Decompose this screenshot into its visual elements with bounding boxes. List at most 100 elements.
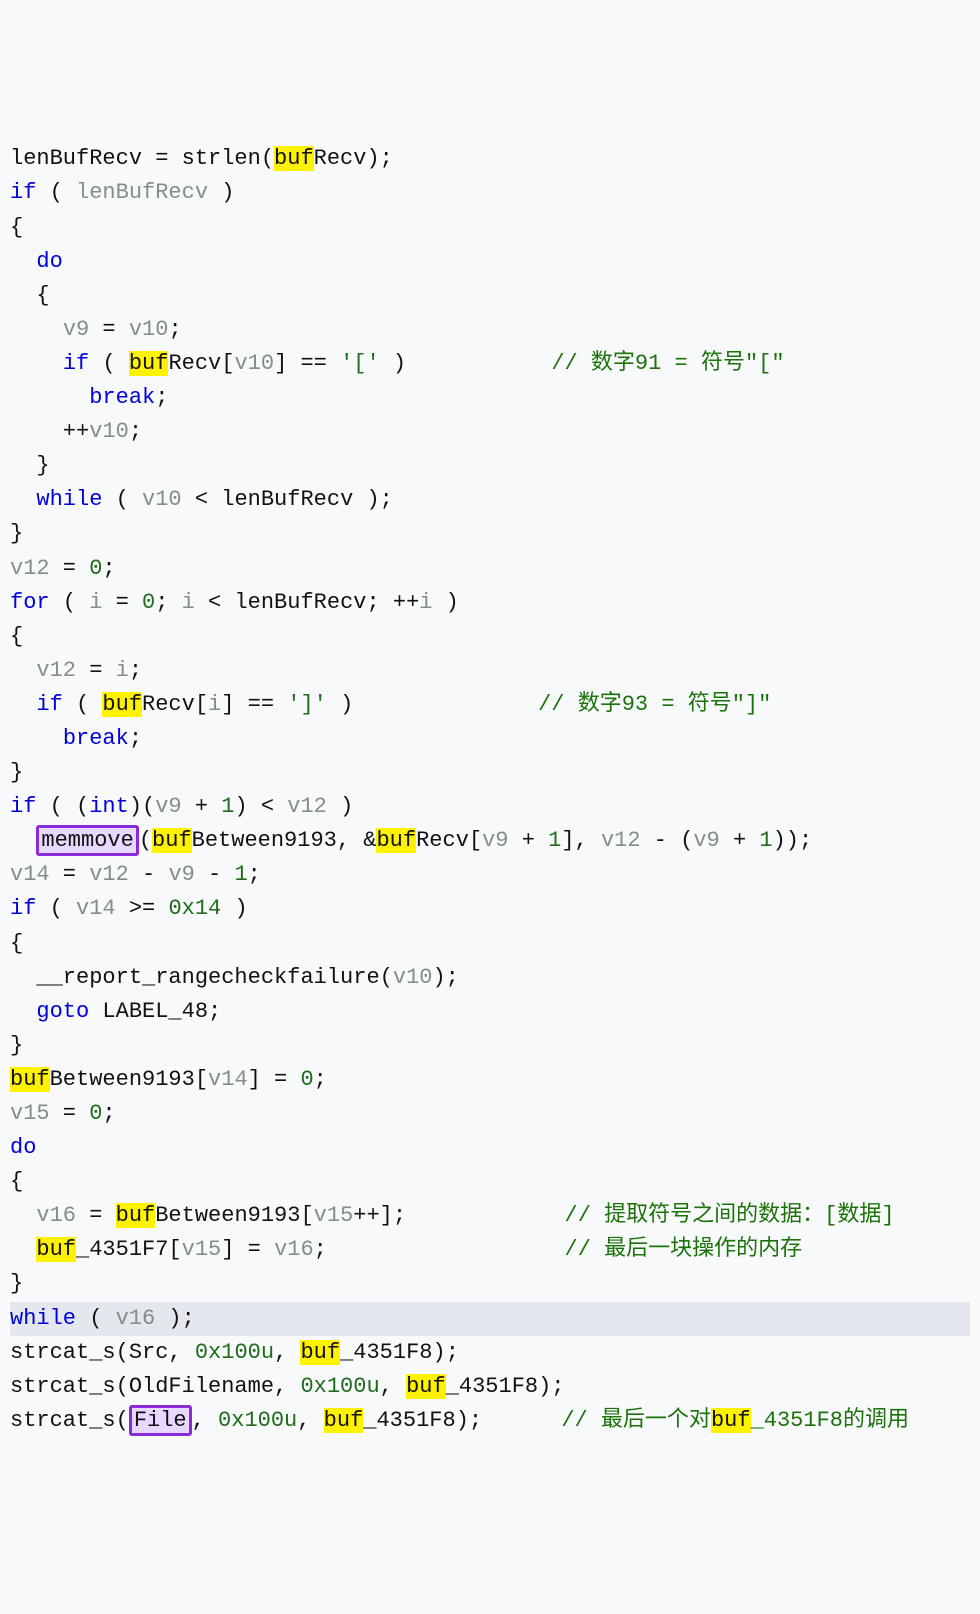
code-token: do [36,249,62,274]
code-token: v9 [63,317,89,342]
code-token: Recv); [314,146,393,171]
code-token: + [509,828,549,853]
code-token: i [116,658,129,683]
code-token: // 提取符号之间的数据：[数据] [565,1203,895,1228]
code-token: v10 [89,419,129,444]
code-token: = [102,590,142,615]
code-token: ); [432,965,458,990]
code-token: v9 [155,794,181,819]
code-token: v12 [89,862,129,887]
code-token: // 数字91 = 符号"[" [551,351,784,376]
code-token: 0 [89,1101,102,1126]
code-token: do [10,1135,36,1160]
code-token [10,999,36,1024]
code-token: ']' [287,692,327,717]
code-token: ( ( [36,794,89,819]
code-token: } [10,760,23,785]
code-token: 0x14 [168,896,221,921]
code-token: v12 [287,794,327,819]
code-token: break [63,726,129,751]
code-token: while [10,1306,76,1331]
code-token: 0x100u [300,1374,379,1399]
code-token: ] == [221,692,287,717]
code-token: ) < [234,794,287,819]
code-token: { [10,1169,23,1194]
code-token: if [10,794,36,819]
code-token: strcat_s(Src, [10,1340,195,1365]
code-token: 0x100u [195,1340,274,1365]
code-token: < lenBufRecv; ++ [195,590,419,615]
code-token: Between9193, & [192,828,377,853]
code-token [10,692,36,717]
code-token: ( [102,487,142,512]
code-token: = [50,1101,90,1126]
code-token: ( [36,896,76,921]
code-token: ] = [221,1237,274,1262]
code-token: ; [129,726,142,751]
code-token [10,726,63,751]
code-token: ] == [274,351,340,376]
code-token: v12 [36,658,76,683]
code-token: v9 [482,828,508,853]
code-token: ) [432,590,458,615]
code-token: memmove [36,825,138,856]
code-token: v10 [142,487,182,512]
code-token: < lenBufRecv ); [182,487,393,512]
code-token [10,1237,36,1262]
code-token: - ( [641,828,694,853]
code-token: ( [50,590,90,615]
code-token: v16 [36,1203,76,1228]
code-token: i [89,590,102,615]
code-token: v12 [10,556,50,581]
code-token: v9 [168,862,194,887]
code-token: v10 [234,351,274,376]
code-token: ( [36,180,76,205]
code-token: if [10,180,36,205]
code-token: v14 [208,1067,248,1092]
code-token: = [76,658,116,683]
code-token: } [10,1271,23,1296]
code-token: Between9193[ [50,1067,208,1092]
code-token: i [208,692,221,717]
code-token: i [419,590,432,615]
code-token: , [192,1408,218,1433]
code-token: ; [129,658,142,683]
code-token: LABEL_48; [89,999,221,1024]
code-token: + [720,828,760,853]
code-token: 1 [548,828,561,853]
code-token: buf [376,828,416,853]
code-token: int [89,794,129,819]
code-token: if [36,692,62,717]
code-token: ) [327,692,538,717]
code-token: strcat_s(OldFilename, [10,1374,300,1399]
code-token: _4351F8); [363,1408,561,1433]
code-token: Recv[ [416,828,482,853]
code-token: if [63,351,89,376]
code-token: ] = [248,1067,301,1092]
code-token: - [195,862,235,887]
code-token: ; [102,1101,115,1126]
code-token [10,317,63,342]
code-block: lenBufRecv = strlen(bufRecv); if ( lenBu… [10,142,970,1438]
code-token: v15 [314,1203,354,1228]
code-token: '[' [340,351,380,376]
code-token: break [89,385,155,410]
code-token: Recv[ [168,351,234,376]
code-token: ) [327,794,353,819]
code-token: __report_rangecheckfailure( [10,965,393,990]
code-token: } [10,1033,23,1058]
code-token: v15 [10,1101,50,1126]
code-token: + [182,794,222,819]
code-token: 0 [89,556,102,581]
code-token: ) [208,180,234,205]
code-token [10,487,36,512]
code-token: while [36,487,102,512]
code-token: v16 [274,1237,314,1262]
code-token: buf [324,1408,364,1433]
code-token: ( [89,351,129,376]
code-token: ); [155,1306,195,1331]
code-token: Recv[ [142,692,208,717]
code-token: v12 [601,828,641,853]
code-token: buf [129,351,169,376]
code-token: buf [10,1067,50,1092]
